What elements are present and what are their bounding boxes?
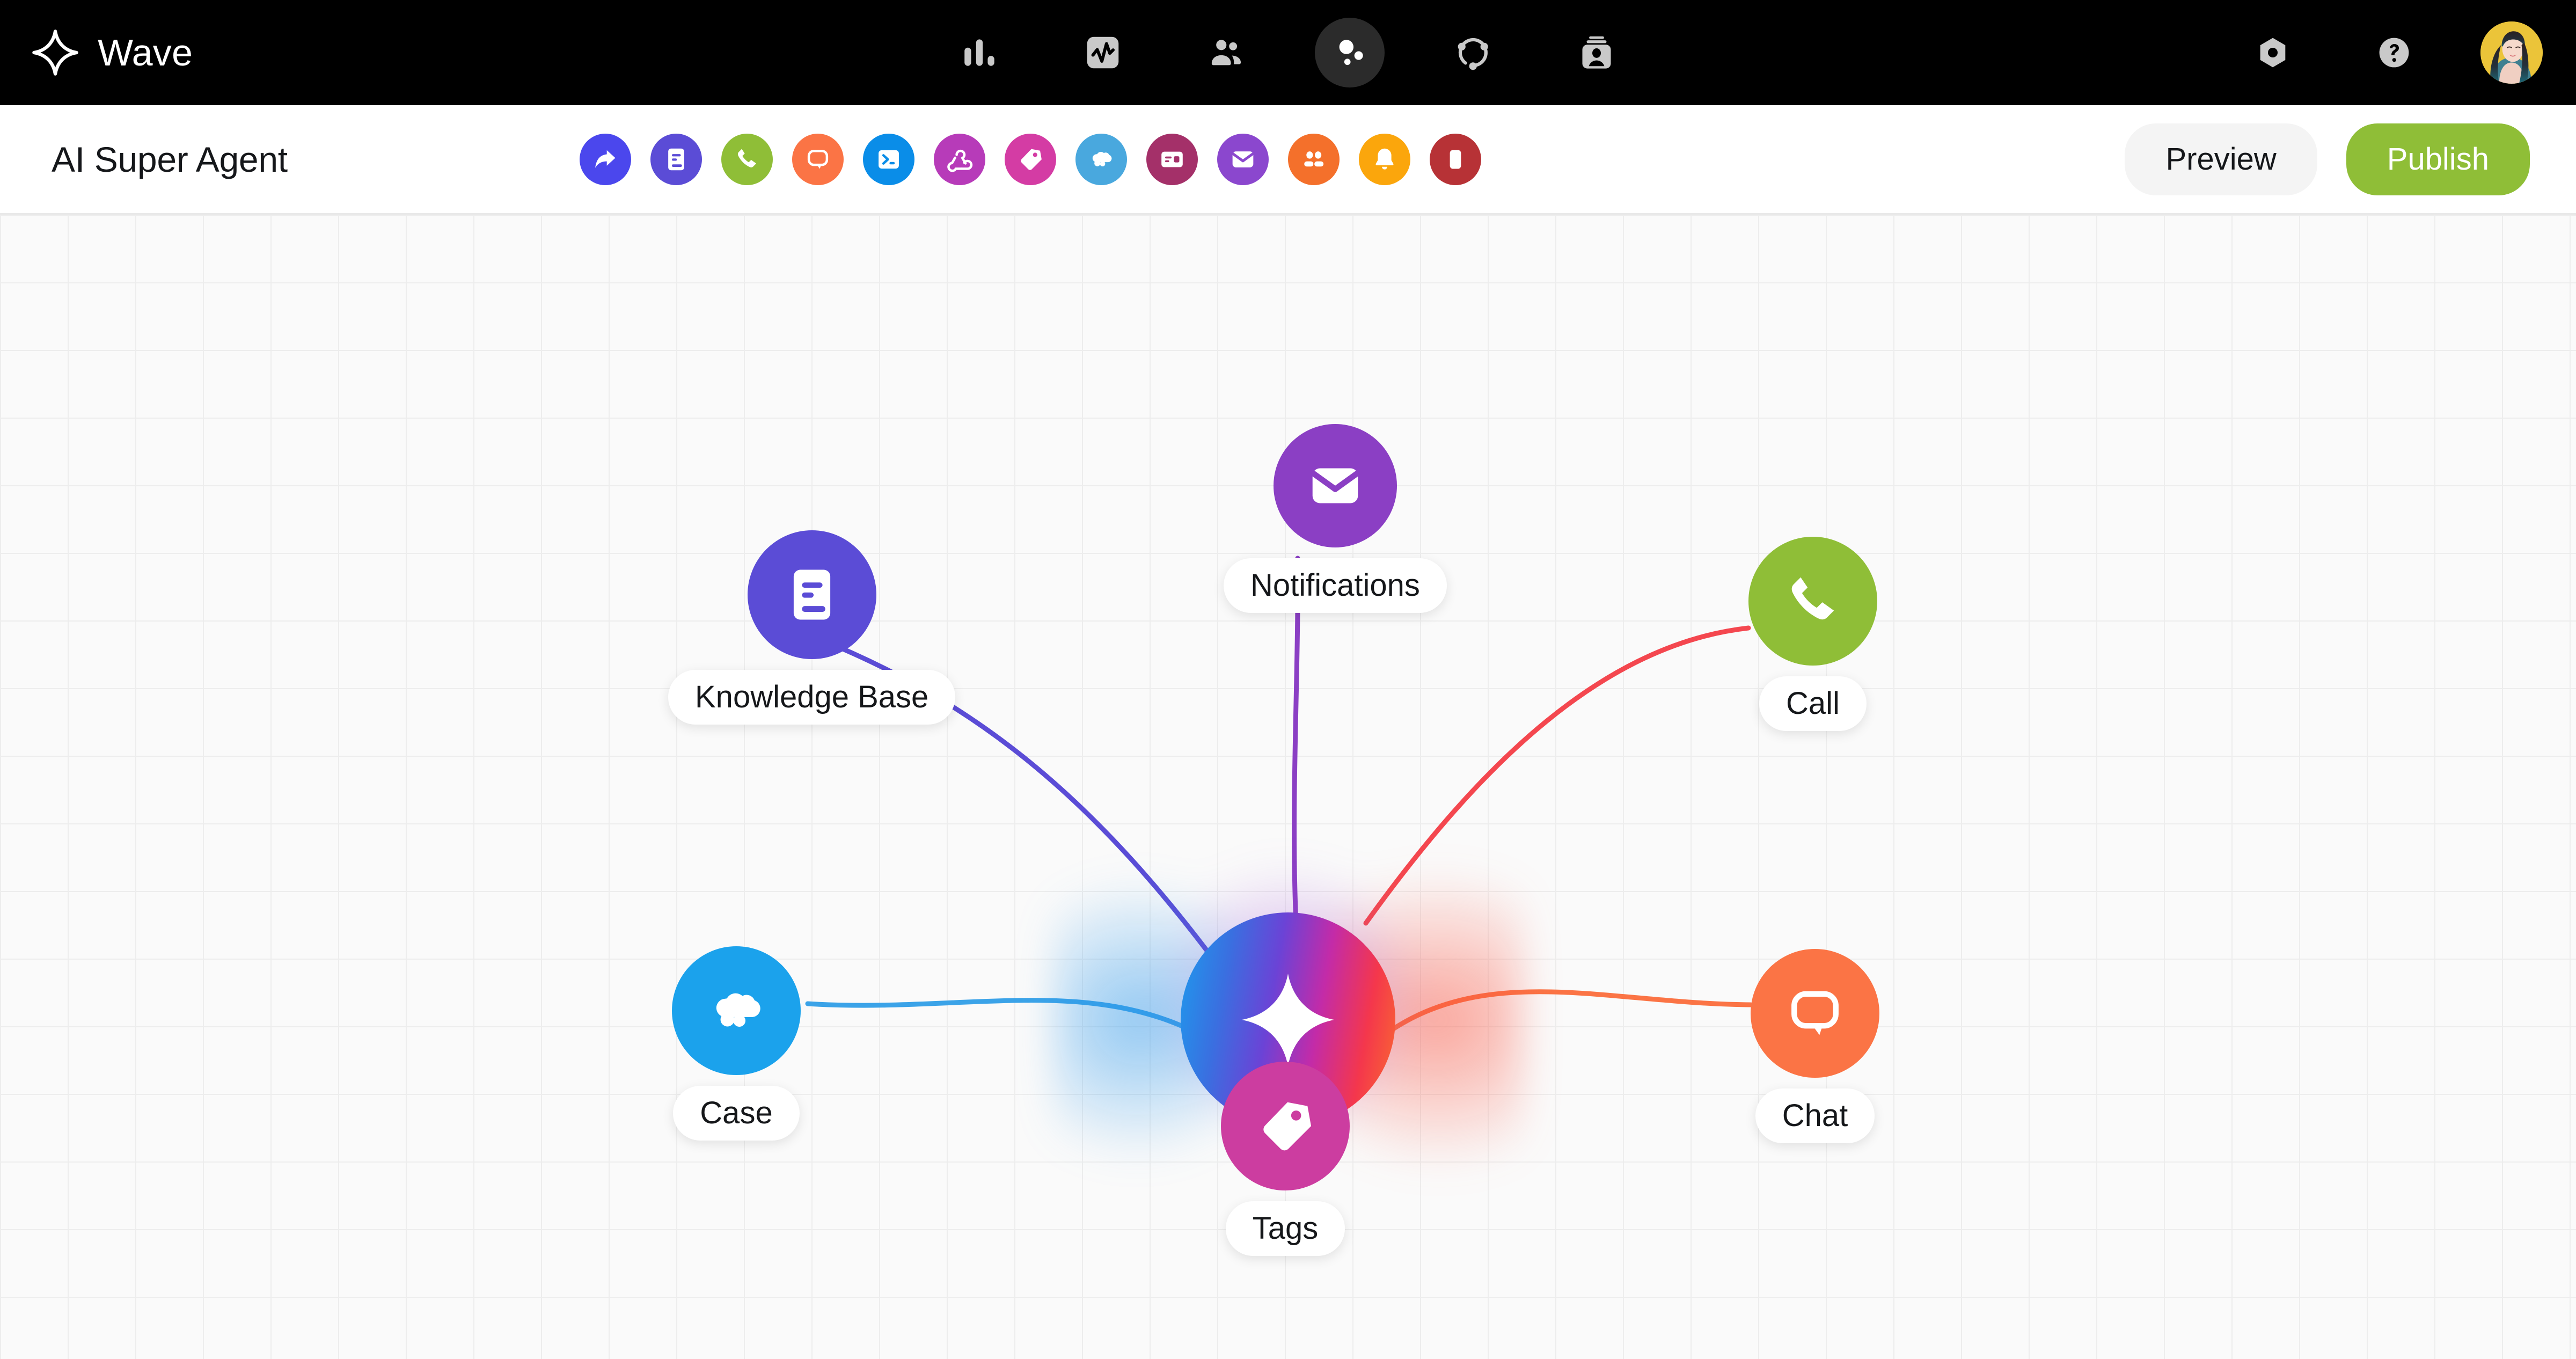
preview-button[interactable]: Preview	[2125, 123, 2317, 195]
brand[interactable]: Wave	[31, 28, 193, 77]
toolbar-actions: Preview Publish	[2125, 123, 2530, 195]
node-tags[interactable]: Tags	[1221, 1062, 1350, 1256]
secondary-nav	[2238, 18, 2543, 87]
chip-stop[interactable]	[1430, 133, 1481, 185]
nav-item-settings[interactable]	[2238, 18, 2308, 87]
editor-toolbar: AI Super Agent Preview Publish	[0, 105, 2576, 215]
edge-chat	[1360, 989, 1753, 1055]
cloud-icon	[703, 977, 770, 1044]
nav-item-analytics[interactable]	[945, 18, 1014, 87]
terminal-icon	[874, 145, 903, 174]
bar-chart-icon	[960, 33, 999, 72]
node-tags-circle[interactable]	[1221, 1062, 1350, 1190]
id-card-icon	[1158, 145, 1187, 174]
stop-square-icon	[1441, 145, 1470, 174]
chip-team[interactable]	[1288, 133, 1340, 185]
webhook-icon	[945, 145, 974, 174]
chip-tags[interactable]	[1005, 133, 1056, 185]
chat-bubble-icon	[803, 145, 832, 174]
nav-item-agents[interactable]	[1315, 18, 1385, 87]
node-knowledge-base[interactable]: Knowledge Base	[668, 530, 956, 725]
node-knowledge-base-circle[interactable]	[747, 530, 876, 659]
agent-graph-canvas[interactable]: Notifications Knowledge Base Call Case C…	[0, 215, 2576, 1359]
channel-chip-row	[580, 133, 1481, 185]
node-notifications[interactable]: Notifications	[1224, 424, 1447, 613]
chip-share[interactable]	[580, 133, 631, 185]
brand-name: Wave	[98, 32, 193, 74]
cloud-icon	[1087, 145, 1116, 174]
avatar[interactable]	[2480, 21, 2543, 84]
node-chat[interactable]: Chat	[1751, 949, 1879, 1143]
page-title: AI Super Agent	[52, 139, 288, 179]
nav-item-activity[interactable]	[1068, 18, 1138, 87]
hex-nut-settings-icon	[2254, 34, 2292, 71]
node-notifications-label: Notifications	[1224, 558, 1447, 613]
node-call[interactable]: Call	[1748, 537, 1877, 731]
chip-webhook[interactable]	[934, 133, 985, 185]
edge-case	[805, 998, 1240, 1060]
question-mark-help-icon	[2375, 34, 2413, 71]
bubbles-dots-icon	[1330, 33, 1370, 72]
chip-email[interactable]	[1217, 133, 1269, 185]
pulse-activity-icon	[1083, 33, 1123, 72]
top-navigation-bar: Wave	[0, 0, 2576, 105]
node-knowledge-base-label: Knowledge Base	[668, 670, 956, 725]
chip-chat[interactable]	[792, 133, 844, 185]
envelope-icon	[1228, 145, 1257, 174]
edge-notifications	[1292, 556, 1300, 926]
network-share-icon	[1453, 33, 1493, 72]
node-call-label: Call	[1759, 676, 1867, 731]
share-arrow-icon	[591, 145, 620, 174]
node-chat-circle[interactable]	[1751, 949, 1879, 1078]
team-people-icon	[1299, 145, 1328, 174]
chip-card[interactable]	[1146, 133, 1198, 185]
chip-terminal[interactable]	[863, 133, 914, 185]
people-group-icon	[1206, 33, 1246, 72]
chip-call[interactable]	[721, 133, 773, 185]
envelope-icon	[1304, 454, 1367, 517]
chip-case[interactable]	[1075, 133, 1127, 185]
contact-card-icon	[1577, 33, 1616, 72]
nav-item-contacts[interactable]	[1191, 18, 1261, 87]
edge-call	[1363, 625, 1751, 926]
primary-nav	[945, 18, 1631, 87]
node-tags-label: Tags	[1225, 1201, 1345, 1256]
publish-button[interactable]: Publish	[2346, 123, 2530, 195]
chip-notification[interactable]	[1359, 133, 1410, 185]
sparkle-star-outline-icon	[31, 28, 79, 77]
node-call-circle[interactable]	[1748, 537, 1877, 666]
phone-icon	[1780, 568, 1846, 634]
document-icon	[662, 145, 691, 174]
nav-item-directory[interactable]	[1562, 18, 1631, 87]
bell-icon	[1370, 145, 1399, 174]
sparkle-star-filled-icon	[1234, 966, 1342, 1073]
node-case-circle[interactable]	[672, 946, 801, 1075]
document-icon	[779, 561, 845, 628]
chip-knowledge[interactable]	[650, 133, 702, 185]
chat-bubble-icon	[1782, 980, 1848, 1047]
phone-icon	[733, 145, 762, 174]
nav-item-help[interactable]	[2359, 18, 2429, 87]
node-case[interactable]: Case	[672, 946, 801, 1141]
tag-icon	[1252, 1093, 1319, 1159]
tag-icon	[1016, 145, 1045, 174]
node-chat-label: Chat	[1755, 1088, 1875, 1143]
node-case-label: Case	[673, 1086, 800, 1141]
nav-item-integrations[interactable]	[1438, 18, 1508, 87]
node-notifications-circle[interactable]	[1273, 424, 1397, 547]
